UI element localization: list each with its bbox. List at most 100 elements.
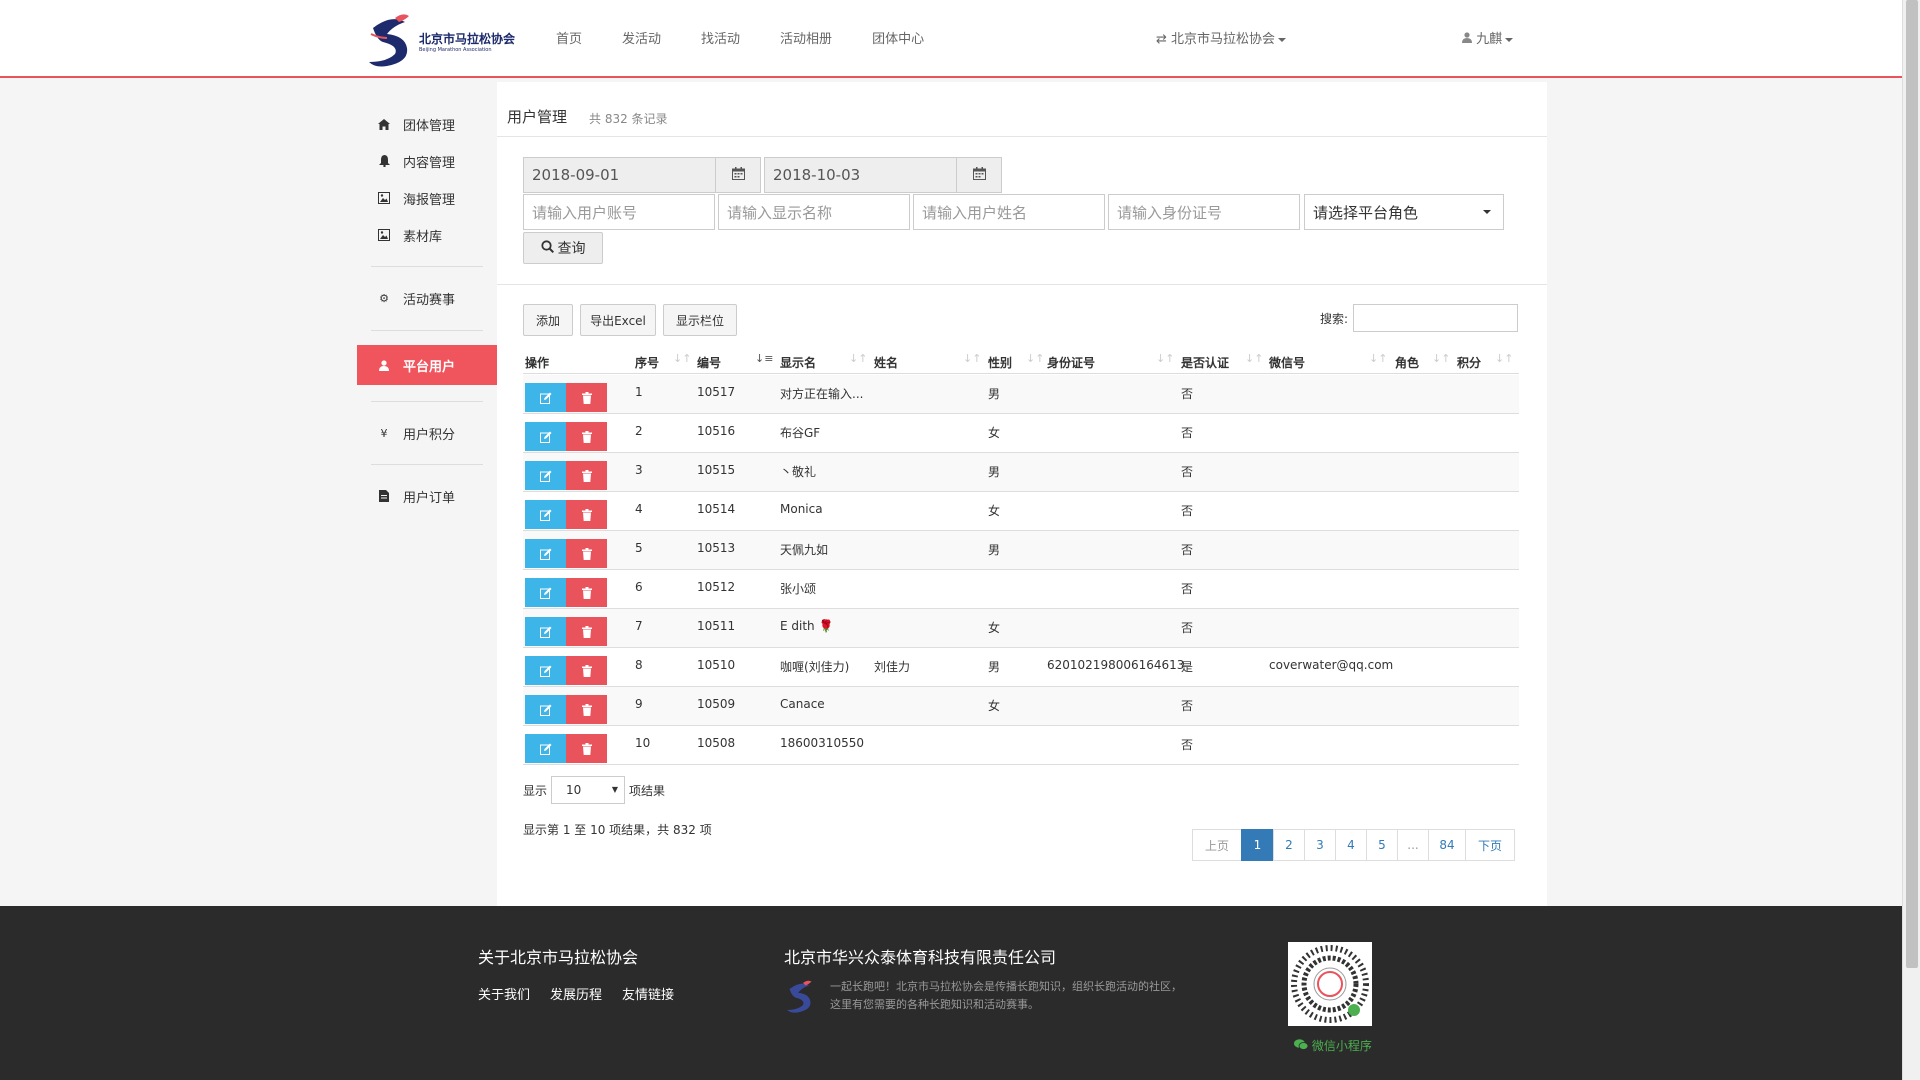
sidebar-item-platform-users[interactable]: 平台用户: [357, 345, 504, 385]
prev-page-button[interactable]: 上页: [1192, 829, 1242, 861]
real-name-input[interactable]: 请输入用户姓名: [913, 194, 1105, 230]
column-header-number[interactable]: 编号: [697, 354, 721, 371]
column-header-wechat[interactable]: 微信号: [1269, 354, 1305, 371]
page-scrollbar[interactable]: [1902, 0, 1920, 1080]
column-header-verified[interactable]: 是否认证: [1181, 354, 1229, 371]
table-row: 1 10517 对方正在输入... 男 否: [523, 375, 1519, 414]
page-button-5[interactable]: 5: [1366, 829, 1398, 861]
add-button[interactable]: 添加: [523, 304, 573, 336]
edit-button[interactable]: [525, 734, 566, 763]
page-size-result-label: 项结果: [629, 784, 666, 798]
nav-publish-activity[interactable]: 发活动: [622, 28, 661, 47]
page-button-1[interactable]: 1: [1241, 829, 1274, 861]
export-excel-button[interactable]: 导出Excel: [580, 304, 656, 336]
delete-button[interactable]: [566, 617, 607, 646]
scrollbar-thumb[interactable]: [1906, 0, 1918, 968]
sidebar-item-poster-manage[interactable]: 海报管理: [357, 178, 497, 218]
delete-button[interactable]: [566, 500, 607, 529]
page-size-select[interactable]: 10 ▼: [551, 776, 625, 804]
edit-button[interactable]: [525, 383, 566, 412]
delete-button[interactable]: [566, 656, 607, 685]
sort-icon[interactable]: ↓↑: [1245, 352, 1263, 365]
sort-desc-icon[interactable]: ↓≡: [755, 352, 773, 365]
column-visibility-button[interactable]: 显示栏位: [663, 304, 737, 336]
delete-button[interactable]: [566, 578, 607, 607]
edit-button[interactable]: [525, 656, 566, 685]
column-header-display-name[interactable]: 显示名: [780, 354, 816, 371]
footer-logo-icon: [784, 978, 822, 1016]
sort-icon[interactable]: ↓↑: [849, 352, 867, 365]
page-button-4[interactable]: 4: [1335, 829, 1367, 861]
sort-icon[interactable]: ↓↑: [1432, 352, 1450, 365]
cell-id-card: 620102198006164613: [1047, 658, 1185, 672]
date-from-picker-button[interactable]: [715, 157, 761, 193]
sidebar-item-user-orders[interactable]: 用户订单: [357, 476, 497, 516]
page-button-2[interactable]: 2: [1273, 829, 1305, 861]
site-logo[interactable]: 北京市马拉松协会 Beijing Marathon Association: [365, 10, 530, 72]
footer-link-friends[interactable]: 友情链接: [622, 984, 674, 1003]
org-switch-dropdown[interactable]: ⇄ 北京市马拉松协会: [1156, 28, 1287, 47]
column-header-role[interactable]: 角色: [1395, 354, 1419, 371]
edit-button[interactable]: [525, 695, 566, 724]
user-menu-dropdown[interactable]: 九麒: [1462, 28, 1514, 47]
edit-icon: [539, 665, 551, 677]
user-icon: [377, 358, 391, 372]
date-to-picker-button[interactable]: [956, 157, 1002, 193]
account-input[interactable]: 请输入用户账号: [523, 194, 715, 230]
delete-button[interactable]: [566, 422, 607, 451]
query-button[interactable]: 查询: [523, 232, 603, 264]
nav-album[interactable]: 活动相册: [780, 28, 832, 47]
sort-icon[interactable]: ↓↑: [1495, 352, 1513, 365]
next-page-button[interactable]: 下页: [1465, 829, 1515, 861]
sidebar-divider: [371, 464, 483, 465]
page-button-84[interactable]: 84: [1428, 829, 1466, 861]
date-to-input[interactable]: 2018-10-03: [764, 157, 958, 193]
role-select[interactable]: 请选择平台角色: [1304, 194, 1504, 230]
sidebar-divider: [371, 266, 483, 267]
sort-icon[interactable]: ↓↑: [1156, 352, 1174, 365]
display-name-input[interactable]: 请输入显示名称: [718, 194, 910, 230]
cell-seq: 4: [635, 502, 643, 516]
cell-display-name: Canace: [780, 697, 825, 711]
column-header-id-card[interactable]: 身份证号: [1047, 354, 1095, 371]
sidebar-item-group-manage[interactable]: 团体管理: [357, 104, 497, 144]
footer-link-history[interactable]: 发展历程: [550, 984, 602, 1003]
search-label: 搜索:: [1320, 312, 1349, 326]
nav-find-activity[interactable]: 找活动: [701, 28, 740, 47]
sidebar-item-label: 素材库: [403, 229, 443, 245]
sort-icon[interactable]: ↓↑: [1369, 352, 1387, 365]
nav-home[interactable]: 首页: [556, 28, 582, 47]
table-row: 10 10508 18600310550 否: [523, 726, 1519, 765]
sidebar-item-user-points[interactable]: ¥ 用户积分: [357, 413, 497, 453]
edit-button[interactable]: [525, 461, 566, 490]
column-header-gender[interactable]: 性别: [988, 354, 1012, 371]
footer-link-about[interactable]: 关于我们: [478, 984, 530, 1003]
table-search-input[interactable]: [1353, 304, 1518, 332]
edit-button[interactable]: [525, 578, 566, 607]
delete-button[interactable]: [566, 695, 607, 724]
date-from-input[interactable]: 2018-09-01: [523, 157, 717, 193]
column-header-name[interactable]: 姓名: [874, 354, 898, 371]
sort-icon[interactable]: ↓↑: [963, 352, 981, 365]
sidebar-item-material-library[interactable]: 素材库: [357, 215, 497, 255]
sidebar-item-content-manage[interactable]: 内容管理: [357, 141, 497, 181]
id-card-input[interactable]: 请输入身份证号: [1108, 194, 1300, 230]
sort-icon[interactable]: ↓↑: [673, 352, 691, 365]
search-icon: [540, 239, 554, 257]
delete-button[interactable]: [566, 734, 607, 763]
delete-button[interactable]: [566, 383, 607, 412]
page-button-3[interactable]: 3: [1304, 829, 1336, 861]
sort-icon[interactable]: ↓↑: [1026, 352, 1044, 365]
column-header-seq[interactable]: 序号: [635, 354, 659, 371]
top-header: 北京市马拉松协会 Beijing Marathon Association 首页…: [0, 0, 1902, 78]
delete-button[interactable]: [566, 539, 607, 568]
column-header-points[interactable]: 积分: [1457, 354, 1481, 371]
sidebar-item-activities[interactable]: ⚙ 活动赛事: [357, 278, 497, 318]
edit-button[interactable]: [525, 422, 566, 451]
edit-button[interactable]: [525, 539, 566, 568]
edit-button[interactable]: [525, 500, 566, 529]
nav-group-center[interactable]: 团体中心: [872, 28, 924, 47]
cell-display-name: 对方正在输入...: [780, 387, 864, 401]
edit-button[interactable]: [525, 617, 566, 646]
delete-button[interactable]: [566, 461, 607, 490]
